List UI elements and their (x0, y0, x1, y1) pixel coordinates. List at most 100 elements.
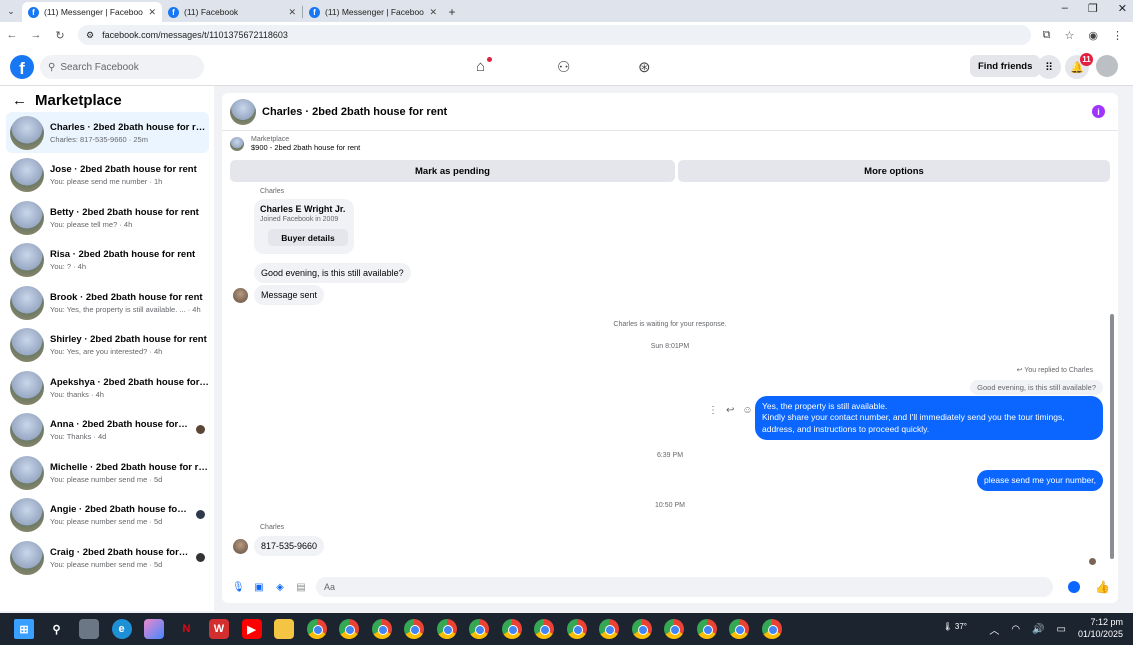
wps-icon[interactable]: W (209, 619, 229, 639)
windows-start-icon[interactable]: ⊞ (14, 619, 34, 639)
kebab-menu-icon[interactable]: ⋮ (1112, 29, 1123, 42)
more-options-button[interactable]: More options (678, 160, 1110, 182)
install-icon[interactable]: ⧉ (1043, 29, 1051, 42)
chrome-profile-icon[interactable] (534, 619, 554, 639)
tab-search-icon[interactable]: ⌄ (0, 0, 22, 22)
browser-tab-3[interactable]: f (11) Messenger | Facebook ✕ (303, 2, 443, 22)
facebook-logo-icon[interactable]: f (10, 55, 34, 79)
tab-label: (11) Messenger | Facebook (44, 7, 144, 17)
quoted-message[interactable]: Good evening, is this still available? (970, 380, 1103, 395)
chat-title[interactable]: Charles · 2bed 2bath house for rent (262, 106, 447, 118)
image-icon[interactable]: ▣ (253, 582, 265, 593)
youtube-icon[interactable]: ▶ (241, 619, 262, 639)
incoming-message[interactable]: Good evening, is this still available? (254, 263, 411, 283)
close-icon[interactable]: ✕ (288, 7, 296, 18)
outgoing-message[interactable]: please send me your number, (977, 470, 1103, 492)
conversation-item[interactable]: Jose · 2bed 2bath house for rent You: ple… (6, 154, 209, 195)
browser-tab-1[interactable]: f (11) Messenger | Facebook ✕ (22, 2, 162, 22)
conversation-item[interactable]: Anna · 2bed 2bath house for rent You: Tha… (6, 409, 209, 450)
clock[interactable]: 7:12 pm 01/10/2025 (1078, 617, 1123, 640)
back-arrow-icon[interactable]: ← (12, 92, 27, 109)
scroll-thumb[interactable] (1110, 314, 1114, 559)
avatar[interactable] (230, 98, 256, 125)
copilot-icon[interactable] (144, 619, 164, 639)
chrome-profile-icon[interactable] (696, 619, 717, 639)
conversation-item[interactable]: Craig · 2bed 2bath house for rent You: pl… (6, 537, 209, 578)
friends-icon[interactable]: ⚇ (557, 58, 570, 76)
chrome-profile-icon[interactable] (761, 619, 782, 639)
mark-as-pending-button[interactable]: Mark as pending (230, 160, 675, 182)
home-icon[interactable]: ⌂ (476, 58, 485, 75)
groups-icon[interactable]: ⊛ (638, 58, 651, 76)
incoming-message[interactable]: Message sent (254, 285, 325, 305)
chrome-profile-icon[interactable] (631, 619, 652, 639)
conversation-item[interactable]: Charles · 2bed 2bath house for rent Charl… (6, 112, 209, 153)
chat-scrollbar[interactable] (1110, 189, 1114, 561)
edge-icon[interactable]: e (111, 619, 132, 639)
profile-icon[interactable]: ◉ (1088, 29, 1098, 42)
close-icon[interactable]: ✕ (429, 7, 437, 18)
find-friends-button[interactable]: Find friends (970, 55, 1041, 77)
battery-icon[interactable]: ▭ (1057, 624, 1066, 635)
browser-tab-2[interactable]: f (11) Facebook ✕ (162, 2, 302, 22)
netflix-icon[interactable]: N (177, 619, 197, 639)
sticker-icon[interactable]: ◈ (274, 582, 286, 593)
reload-icon[interactable]: ↻ (54, 29, 66, 42)
listing-title: $900 - 2bed 2bath house for rent (251, 143, 361, 152)
chrome-profile-icon[interactable] (664, 619, 684, 639)
incoming-message[interactable]: 817-535-9660 (254, 536, 325, 556)
outgoing-message[interactable]: Yes, the property is still available. Ki… (755, 396, 1103, 441)
search-input[interactable]: ⚲ Search Facebook (40, 55, 204, 79)
chrome-profile-icon[interactable] (599, 619, 619, 639)
microphone-icon[interactable]: 🎙 (232, 582, 245, 593)
task-view-icon[interactable] (79, 619, 99, 639)
file-explorer-icon[interactable] (274, 619, 294, 639)
chrome-profile-icon[interactable] (469, 619, 489, 639)
minimize-icon[interactable]: – (1062, 2, 1068, 15)
info-icon[interactable]: i (1092, 105, 1105, 118)
wifi-icon[interactable]: ◠ (1011, 624, 1020, 635)
close-icon[interactable]: ✕ (148, 7, 156, 18)
close-window-icon[interactable]: ✕ (1118, 2, 1127, 15)
conversation-preview: You: Thanks · 4d (50, 431, 107, 441)
avatar[interactable] (1096, 55, 1118, 77)
conversation-item[interactable]: Brook · 2bed 2bath house for rent You: Ye… (6, 282, 209, 323)
message-input[interactable]: Aa (316, 577, 1054, 597)
chevron-up-icon[interactable]: ︿ (989, 622, 999, 637)
react-emoji-icon[interactable]: ☺ (742, 405, 752, 416)
gif-icon[interactable]: ▤ (295, 582, 307, 593)
conversation-item[interactable]: Angie · 2bed 2bath house for rent You: pl… (6, 494, 209, 535)
site-settings-icon[interactable]: ⚙ (86, 30, 94, 41)
emoji-icon[interactable] (1068, 581, 1081, 593)
chrome-profile-icon[interactable] (729, 619, 749, 639)
conversation-item[interactable]: Betty · 2bed 2bath house for rent You: pl… (6, 197, 209, 238)
chrome-profile-icon[interactable] (404, 619, 424, 639)
new-tab-button[interactable]: + (443, 2, 461, 22)
reply-icon[interactable]: ↩ (726, 405, 734, 416)
back-icon[interactable]: ← (6, 29, 18, 41)
conversation-item[interactable]: Shirley · 2bed 2bath house for rent You: … (6, 324, 209, 365)
chrome-profile-icon[interactable] (566, 619, 587, 639)
forward-icon[interactable]: → (30, 29, 42, 41)
chrome-icon[interactable] (306, 619, 327, 639)
chrome-profile-icon[interactable] (436, 619, 457, 639)
url-field[interactable]: ⚙ facebook.com/messages/t/11013756721186… (78, 25, 1031, 45)
avatar (10, 455, 44, 490)
conversation-item[interactable]: Michelle · 2bed 2bath house for rent You:… (6, 452, 209, 493)
volume-icon[interactable]: 🔊 (1032, 624, 1044, 635)
thumbs-up-icon[interactable]: 👍 (1095, 580, 1110, 594)
buyer-details-button[interactable]: Buyer details (268, 229, 348, 246)
conversation-item[interactable]: Apekshya · 2bed 2bath house for r... You:… (6, 367, 209, 408)
conversation-item[interactable]: Risa · 2bed 2bath house for rent You: ? ·… (6, 239, 209, 280)
chrome-profile-icon[interactable] (339, 619, 359, 639)
bookmark-star-icon[interactable]: ☆ (1065, 29, 1075, 42)
weather-widget[interactable]: 🌡 37° (943, 622, 967, 631)
more-actions-icon[interactable]: ⋮ (708, 405, 718, 416)
chrome-profile-icon[interactable] (371, 619, 392, 639)
menu-grid-icon[interactable]: ⠿ (1037, 55, 1061, 79)
listing-summary[interactable]: Marketplace $900 - 2bed 2bath house for … (230, 136, 360, 152)
chrome-profile-icon[interactable] (501, 619, 522, 639)
restore-icon[interactable]: ❐ (1088, 2, 1098, 15)
search-icon[interactable]: ⚲ (47, 619, 67, 639)
sender-name: Charles (260, 524, 285, 531)
